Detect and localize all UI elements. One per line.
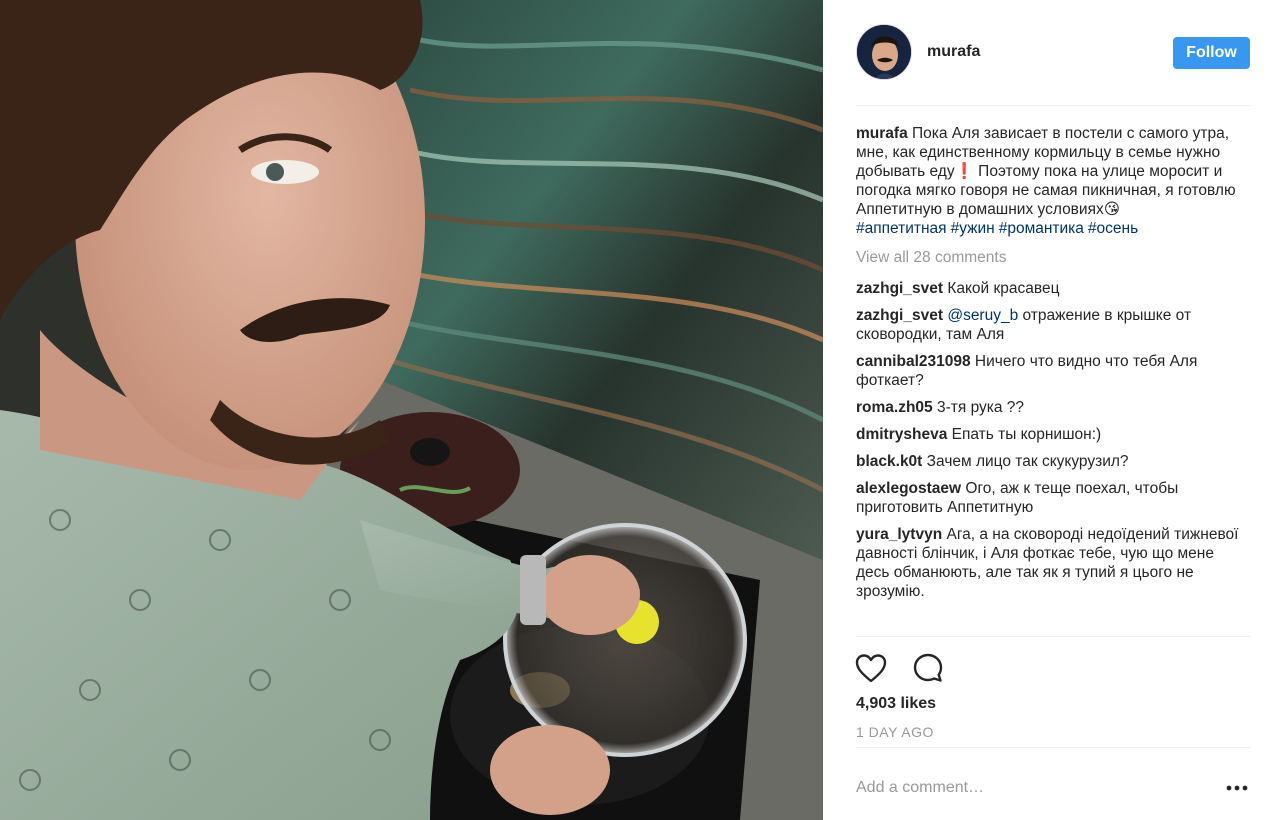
comment-username[interactable]: black.k0t [856, 453, 922, 470]
heart-icon [855, 654, 887, 683]
caption-hashtags: #аппетитная #ужин #романтика #осень [856, 219, 1250, 238]
comment-icon [913, 653, 943, 682]
comment-mention[interactable]: @seruy_b [947, 307, 1018, 324]
follow-button[interactable]: Follow [1173, 37, 1250, 69]
caption-text: Пока Аля зависает в постели с самого утр… [856, 125, 1236, 218]
post-author-username[interactable]: murafa [927, 43, 980, 61]
likes-count[interactable]: 4,903 likes [856, 695, 936, 713]
comment-username[interactable]: cannibal231098 [856, 353, 971, 370]
avatar[interactable] [856, 24, 912, 80]
hashtag-link[interactable]: #романтика [999, 220, 1084, 237]
add-comment-input[interactable] [856, 776, 1216, 800]
post-timestamp[interactable]: 1 DAY AGO [856, 724, 934, 740]
comment-button[interactable] [910, 650, 946, 686]
post-photo [0, 0, 823, 820]
comments-divider [856, 636, 1250, 637]
comment-item: zazhgi_svet Какой красавец [856, 279, 1250, 298]
header-divider [856, 105, 1250, 106]
more-options-button[interactable] [1224, 776, 1250, 800]
view-all-comments-link[interactable]: View all 28 comments [856, 248, 1250, 267]
avatar-image [857, 25, 911, 79]
comment-text: Епать ты корнишон:) [951, 426, 1102, 443]
hashtag-link[interactable]: #аппетитная [856, 220, 947, 237]
comment-username[interactable]: zazhgi_svet [856, 307, 943, 324]
comment-username[interactable]: alexlegostaew [856, 480, 961, 497]
comment-item: yura_lytvyn Ага, а на сковороді недоїден… [856, 525, 1250, 601]
comment-text: Какой красавец [947, 280, 1060, 297]
comment-item: roma.zh05 3-тя рука ?? [856, 398, 1250, 417]
comment-text: 3-тя рука ?? [936, 399, 1025, 416]
comment-item: alexlegostaew Ого, аж к теще поехал, что… [856, 479, 1250, 517]
post-actions [853, 650, 1250, 690]
hashtag-link[interactable]: #осень [1088, 220, 1138, 237]
hashtag-link[interactable]: #ужин [951, 220, 995, 237]
comments-list: murafa Пока Аля зависает в постели с сам… [856, 124, 1250, 609]
post-caption: murafa Пока Аля зависает в постели с сам… [856, 124, 1250, 238]
comment-username[interactable]: zazhgi_svet [856, 280, 943, 297]
comment-text: Зачем лицо так скукурузил? [926, 453, 1129, 470]
post-side-panel: murafa Follow murafa Пока Аля зависает в… [823, 0, 1280, 820]
comment-username[interactable]: dmitrysheva [856, 426, 947, 443]
like-button[interactable] [853, 650, 889, 686]
caption-username[interactable]: murafa [856, 125, 908, 142]
comment-item: cannibal231098 Ничего что видно что тебя… [856, 352, 1250, 390]
comment-item: black.k0t Зачем лицо так скукурузил? [856, 452, 1250, 471]
comment-item: dmitrysheva Епать ты корнишон:) [856, 425, 1250, 444]
more-options-icon [1226, 785, 1248, 791]
comment-username[interactable]: yura_lytvyn [856, 526, 942, 543]
comment-username[interactable]: roma.zh05 [856, 399, 933, 416]
actions-divider [856, 747, 1250, 748]
comment-item: zazhgi_svet @seruy_b отражение в крышке … [856, 306, 1250, 344]
post-header: murafa Follow [856, 24, 1250, 82]
